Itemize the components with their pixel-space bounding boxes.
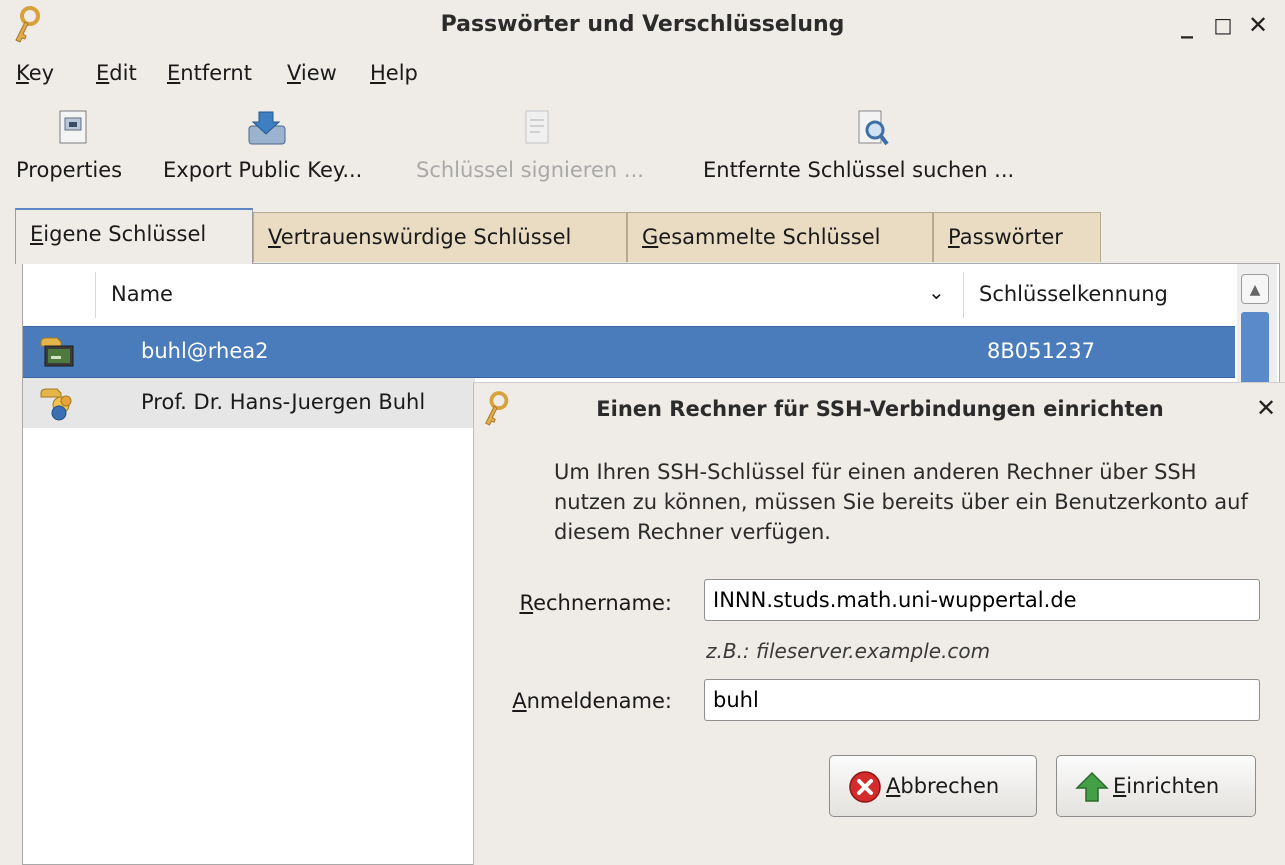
- minimize-button[interactable]: _: [1172, 10, 1202, 40]
- title-bar: Passwörter und Verschlüsselung _ □ ✕: [0, 0, 1285, 50]
- export-icon: [248, 111, 286, 145]
- menu-remote-label: ntfernt: [180, 61, 252, 85]
- scroll-up-icon[interactable]: ▲: [1241, 274, 1269, 304]
- column-key-id[interactable]: Schlüsselkennung: [979, 282, 1168, 306]
- ssh-key-icon: [40, 337, 74, 367]
- sign-key-button[interactable]: Schlüssel signieren ...: [408, 100, 688, 200]
- menu-key[interactable]: Key: [16, 55, 54, 91]
- menu-remote[interactable]: Entfernt: [167, 55, 252, 91]
- menu-view-mnemonic: V: [287, 61, 301, 85]
- menu-bar: Key Edit Entfernt View Help: [0, 55, 1285, 91]
- dialog-close-button[interactable]: ✕: [1254, 393, 1278, 423]
- window-title: Passwörter und Verschlüsselung: [440, 12, 845, 37]
- tab-trusted-keys-label: ertrauenswürdige Schlüssel: [280, 225, 572, 249]
- remote-search-button[interactable]: Entfernte Schlüssel suchen ...: [695, 100, 1055, 200]
- toolbar: Properties Export Public Key... Schlüsse…: [0, 100, 1285, 200]
- properties-icon: [59, 110, 87, 144]
- setup-button[interactable]: Einrichten: [1056, 755, 1256, 817]
- username-input[interactable]: [704, 679, 1260, 721]
- tab-own-keys[interactable]: Eigene Schlüssel: [15, 208, 253, 264]
- hostname-label-text: echnername:: [533, 591, 672, 615]
- properties-button[interactable]: Properties: [0, 100, 140, 200]
- menu-edit[interactable]: Edit: [96, 55, 137, 91]
- tab-own-keys-mnemonic: E: [30, 222, 44, 246]
- tab-passwords[interactable]: Passwörter: [933, 212, 1101, 262]
- export-public-key-button[interactable]: Export Public Key...: [155, 100, 395, 200]
- remote-search-label: Entfernte Schlüssel suchen ...: [703, 158, 1015, 182]
- hostname-hint: z.B.: fileserver.example.com: [706, 639, 991, 663]
- cancel-icon: [849, 771, 881, 803]
- cancel-button[interactable]: Abbrechen: [829, 755, 1037, 817]
- setup-label-text: inrichten: [1126, 774, 1220, 798]
- cancel-label: Abbrechen: [886, 774, 999, 798]
- table-row[interactable]: buhl@rhea2 8B051237: [23, 326, 1235, 378]
- search-keys-icon: [858, 110, 889, 146]
- dialog-message: Um Ihren SSH-Schlüssel für einen anderen…: [554, 460, 1248, 544]
- hostname-label-mnemonic: R: [519, 591, 534, 615]
- tab-own-keys-label: igene Schlüssel: [43, 222, 207, 246]
- cancel-label-text: bbrechen: [900, 774, 1000, 798]
- tab-passwords-label: asswörter: [959, 225, 1063, 249]
- hostname-input[interactable]: [704, 579, 1260, 621]
- tab-passwords-mnemonic: P: [948, 225, 960, 249]
- username-label-mnemonic: A: [512, 689, 527, 713]
- tab-collected-keys[interactable]: Gesammelte Schlüssel: [627, 212, 933, 262]
- column-name[interactable]: Name: [111, 282, 173, 306]
- cancel-label-mnemonic: A: [886, 774, 901, 798]
- menu-key-mnemonic: K: [16, 61, 29, 85]
- setup-label-mnemonic: E: [1113, 774, 1127, 798]
- username-label: Anmeldename:: [494, 689, 672, 713]
- tab-collected-keys-mnemonic: G: [642, 225, 659, 249]
- setup-label: Einrichten: [1113, 774, 1219, 798]
- close-window-button[interactable]: ✕: [1243, 10, 1273, 40]
- column-separator: [95, 272, 96, 318]
- hostname-label: Rechnername:: [494, 591, 672, 615]
- menu-help[interactable]: Help: [370, 55, 418, 91]
- sort-chevron-icon[interactable]: ⌄: [928, 280, 945, 304]
- tab-bar: Eigene Schlüssel Vertrauenswürdige Schlü…: [15, 208, 1285, 264]
- tab-trusted-keys[interactable]: Vertrauenswürdige Schlüssel: [253, 212, 627, 262]
- key-id: 8B051237: [987, 339, 1095, 363]
- key-name: buhl@rhea2: [141, 339, 269, 363]
- menu-view-label: iew: [300, 61, 337, 85]
- key-name: Prof. Dr. Hans-Juergen Buhl: [141, 390, 426, 414]
- maximize-button[interactable]: □: [1208, 10, 1238, 40]
- pgp-key-icon: [40, 388, 72, 421]
- tab-collected-keys-label: esammelte Schlüssel: [658, 225, 881, 249]
- menu-help-mnemonic: H: [370, 61, 386, 85]
- username-label-text: nmeldename:: [526, 689, 672, 713]
- menu-edit-label: dit: [109, 61, 137, 85]
- menu-key-label: ey: [28, 61, 55, 85]
- sign-label: Schlüssel signieren ...: [416, 158, 644, 182]
- menu-remote-mnemonic: E: [167, 61, 181, 85]
- sign-icon: [525, 110, 549, 144]
- ssh-setup-dialog: Einen Rechner für SSH-Verbindungen einri…: [473, 382, 1285, 865]
- menu-view[interactable]: View: [287, 55, 337, 91]
- tab-trusted-keys-mnemonic: V: [268, 225, 281, 249]
- export-label: Export Public Key...: [163, 158, 363, 182]
- properties-label: Properties: [16, 158, 123, 182]
- menu-edit-mnemonic: E: [96, 61, 110, 85]
- menu-help-label: elp: [385, 61, 418, 85]
- dialog-title: Einen Rechner für SSH-Verbindungen einri…: [596, 397, 1164, 421]
- column-header: Name ⌄ Schlüsselkennung: [23, 264, 1235, 327]
- up-arrow-icon: [1075, 771, 1109, 802]
- column-separator: [963, 272, 964, 318]
